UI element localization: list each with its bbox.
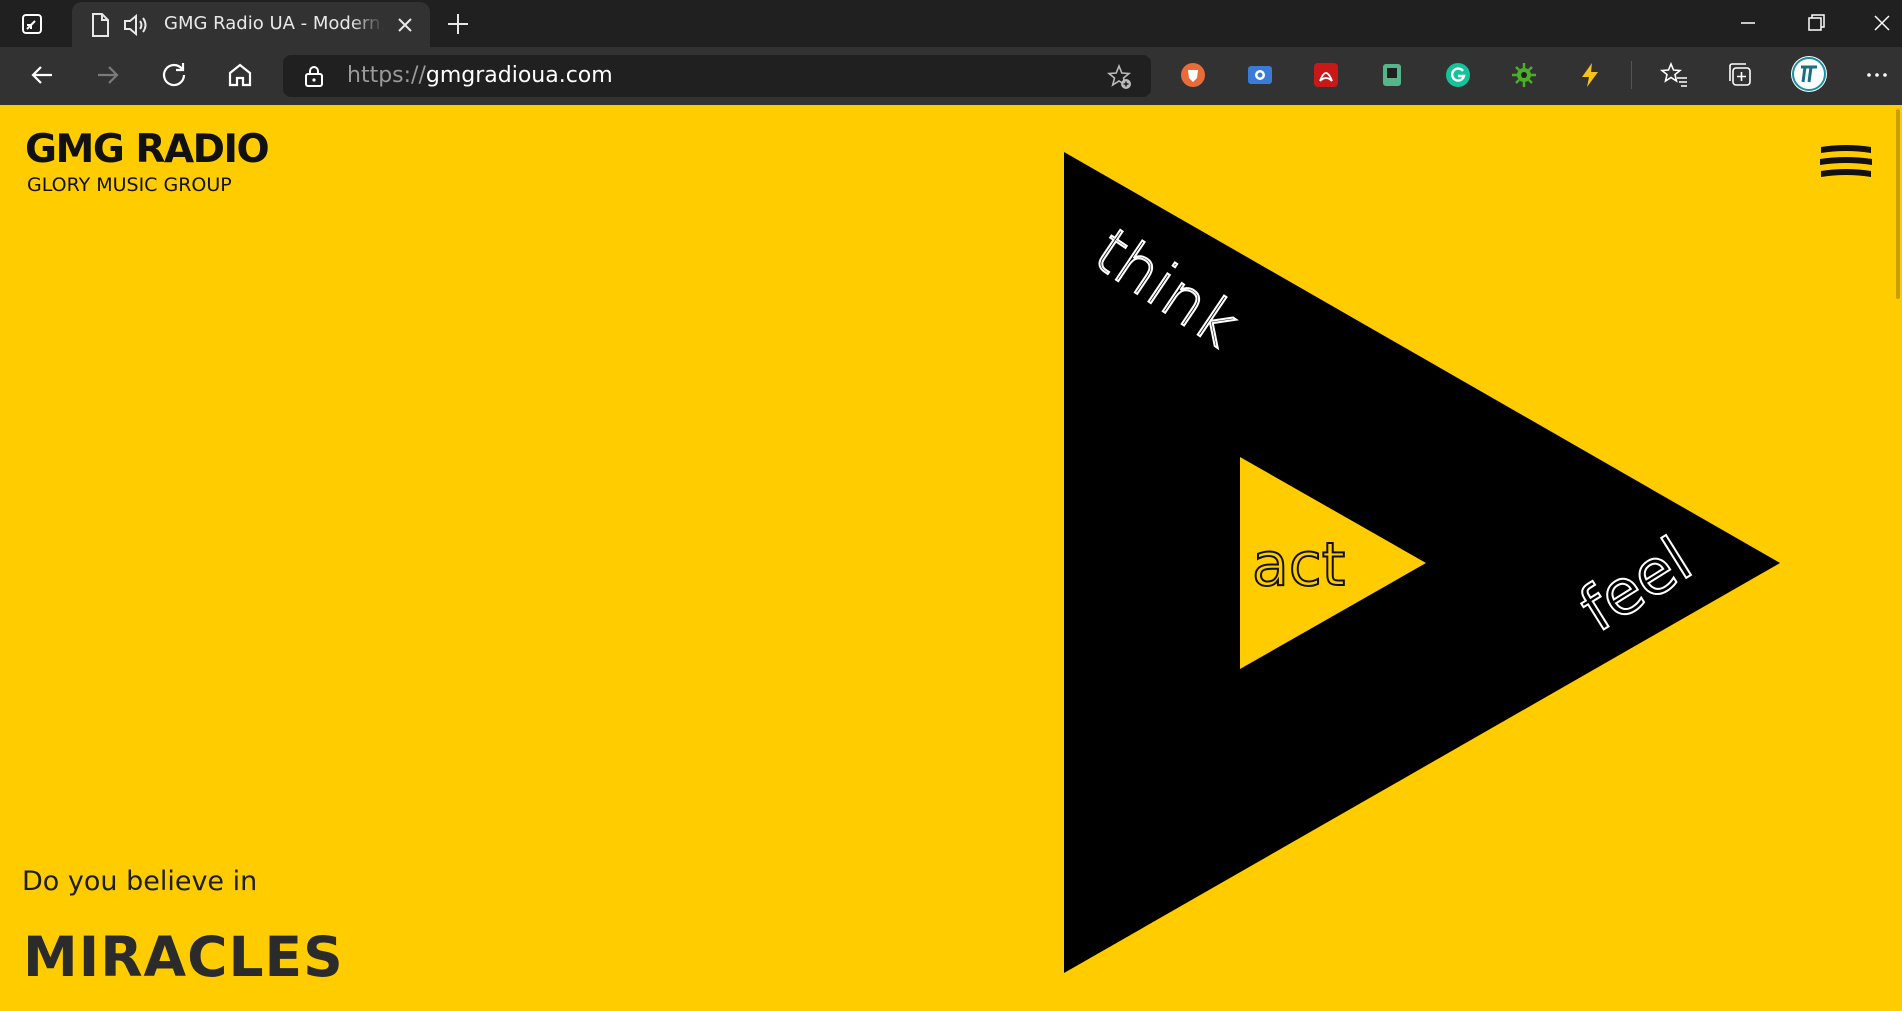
- tab-manager-icon[interactable]: [1377, 60, 1407, 90]
- page-scrollbar[interactable]: [1893, 105, 1902, 1011]
- more-icon[interactable]: [1862, 60, 1892, 90]
- toolbar-divider: [1631, 61, 1632, 89]
- tab-bar: GMG Radio UA - Modern, powerful and insp…: [0, 0, 1902, 47]
- url-text[interactable]: https://gmgradioua.com: [347, 63, 613, 88]
- profile-avatar[interactable]: [1791, 56, 1827, 92]
- browser-toolbar: https://gmgradioua.com: [0, 47, 1902, 105]
- lightning-icon[interactable]: [1575, 60, 1605, 90]
- close-icon[interactable]: [394, 14, 416, 36]
- grammarly-icon[interactable]: [1443, 60, 1473, 90]
- refresh-icon[interactable]: [156, 57, 192, 93]
- hamburger-menu-icon[interactable]: [1818, 141, 1874, 183]
- tagline-headline: MIRACLES: [23, 925, 344, 989]
- tab-actions-icon[interactable]: [18, 10, 46, 38]
- hero-word-act: act: [1252, 530, 1345, 600]
- url-scheme: https://: [347, 63, 426, 88]
- lock-icon[interactable]: [303, 64, 325, 88]
- screen-capture-icon[interactable]: [1245, 60, 1275, 90]
- page-icon: [92, 13, 109, 37]
- back-arrow-icon[interactable]: [24, 57, 60, 93]
- url-host: gmgradioua.com: [425, 63, 613, 88]
- site-logo-subtitle: GLORY MUSIC GROUP: [27, 174, 232, 196]
- pdf-icon[interactable]: [1311, 60, 1341, 90]
- home-icon[interactable]: [222, 57, 258, 93]
- scrollbar-thumb[interactable]: [1896, 109, 1900, 299]
- plus-icon[interactable]: [444, 10, 472, 38]
- avatar-initials-icon: [1792, 57, 1826, 91]
- minimize-icon[interactable]: [1728, 6, 1768, 40]
- play-triangle-graphic: think act feel: [1064, 152, 1780, 973]
- tagline-intro: Do you believe in: [22, 866, 258, 897]
- webpage: GMG RADIO GLORY MUSIC GROUP think act fe…: [0, 105, 1902, 1011]
- tab-title: GMG Radio UA - Modern, powerful and insp…: [164, 13, 384, 34]
- restore-icon[interactable]: [1796, 6, 1836, 40]
- browser-chrome: GMG Radio UA - Modern, powerful and insp…: [0, 0, 1902, 105]
- brave-shield-icon[interactable]: [1178, 60, 1208, 90]
- collections-icon[interactable]: [1725, 60, 1755, 90]
- site-logo-title[interactable]: GMG RADIO: [25, 127, 270, 172]
- active-tab[interactable]: GMG Radio UA - Modern, powerful and insp…: [72, 2, 430, 47]
- add-favorite-icon[interactable]: [1105, 63, 1133, 91]
- favorites-icon[interactable]: [1659, 60, 1689, 90]
- speaker-icon[interactable]: [122, 12, 150, 38]
- window-close-icon[interactable]: [1862, 6, 1902, 40]
- forward-arrow-icon[interactable]: [90, 57, 126, 93]
- address-bar[interactable]: https://gmgradioua.com: [283, 55, 1151, 97]
- bug-checker-icon[interactable]: [1509, 60, 1539, 90]
